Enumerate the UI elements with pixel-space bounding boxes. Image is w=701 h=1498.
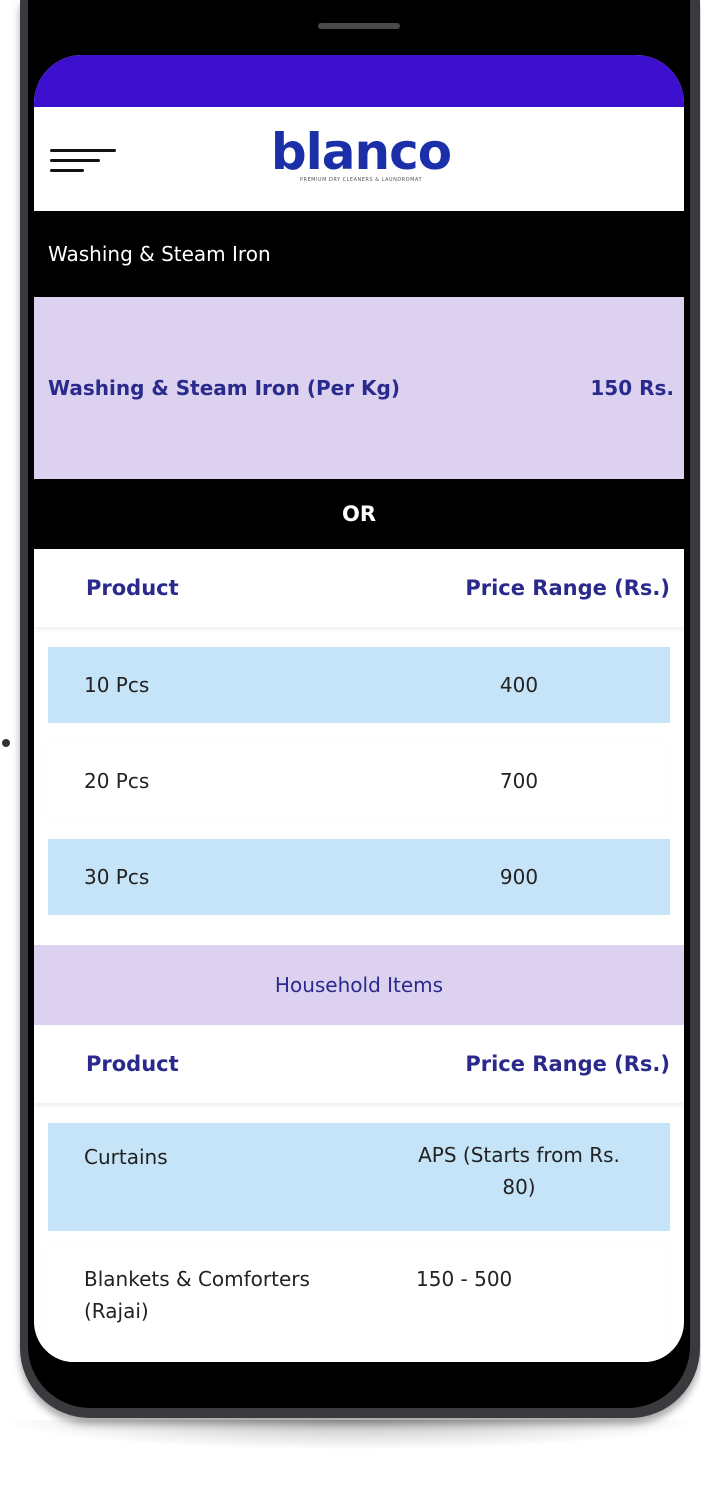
header-product: Product: [86, 576, 179, 600]
hamburger-menu-icon[interactable]: [50, 149, 120, 179]
app-screen: blanco PREMIUM DRY CLEANERS & LAUNDROMAT…: [34, 55, 684, 1362]
row-product: 30 Pcs: [84, 865, 150, 889]
household-items-title: Household Items: [274, 973, 444, 997]
per-kg-price: 150 Rs.: [590, 376, 674, 400]
row-price: 700: [499, 769, 539, 793]
row-product: Curtains: [84, 1145, 168, 1169]
header-product: Product: [86, 1052, 179, 1076]
table-row: Blankets & Comforters (Rajai) 150 - 500: [48, 1245, 670, 1362]
per-kg-label: Washing & Steam Iron (Per Kg): [48, 376, 400, 400]
or-label: OR: [341, 502, 377, 526]
or-divider: OR: [34, 479, 684, 549]
row-price: 150 - 500: [416, 1267, 513, 1291]
section-title-bar: Washing & Steam Iron: [34, 211, 684, 297]
logo-wordmark: blanco: [270, 123, 452, 181]
pieces-table-header: Product Price Range (Rs.): [34, 549, 684, 627]
household-table-header: Product Price Range (Rs.): [34, 1025, 684, 1103]
blanco-logo[interactable]: blanco PREMIUM DRY CLEANERS & LAUNDROMAT: [261, 125, 461, 197]
household-table-body: Curtains APS (Starts from Rs. 80) Blanke…: [34, 1103, 684, 1362]
phone-bezel: blanco PREMIUM DRY CLEANERS & LAUNDROMAT…: [28, 0, 690, 1408]
section-title: Washing & Steam Iron: [48, 242, 271, 266]
household-items-title-bar: Household Items: [34, 945, 684, 1025]
row-price: APS (Starts from Rs. 80): [418, 1143, 620, 1199]
row-price: 400: [499, 673, 539, 697]
header-price-range: Price Range (Rs.): [465, 1052, 670, 1076]
row-price: 900: [499, 865, 539, 889]
app-header: blanco PREMIUM DRY CLEANERS & LAUNDROMAT: [34, 107, 684, 211]
table-row: Curtains APS (Starts from Rs. 80): [48, 1123, 670, 1231]
table-row: 10 Pcs 400: [48, 647, 670, 723]
header-price-range: Price Range (Rs.): [465, 576, 670, 600]
phone-shadow: [0, 1420, 701, 1450]
pieces-table-body: 10 Pcs 400 20 Pcs 700 30 Pcs 900: [34, 627, 684, 945]
row-product: 10 Pcs: [84, 673, 150, 697]
side-dot: [2, 739, 10, 747]
per-kg-price-row: Washing & Steam Iron (Per Kg) 150 Rs.: [34, 297, 684, 479]
row-product: 20 Pcs: [84, 769, 150, 793]
status-bar: [34, 55, 684, 107]
phone-speaker: [318, 23, 400, 29]
phone-frame: blanco PREMIUM DRY CLEANERS & LAUNDROMAT…: [20, 0, 700, 1418]
row-product: Blankets & Comforters (Rajai): [84, 1267, 310, 1323]
table-row: 30 Pcs 900: [48, 839, 670, 915]
table-row: 20 Pcs 700: [48, 743, 670, 819]
